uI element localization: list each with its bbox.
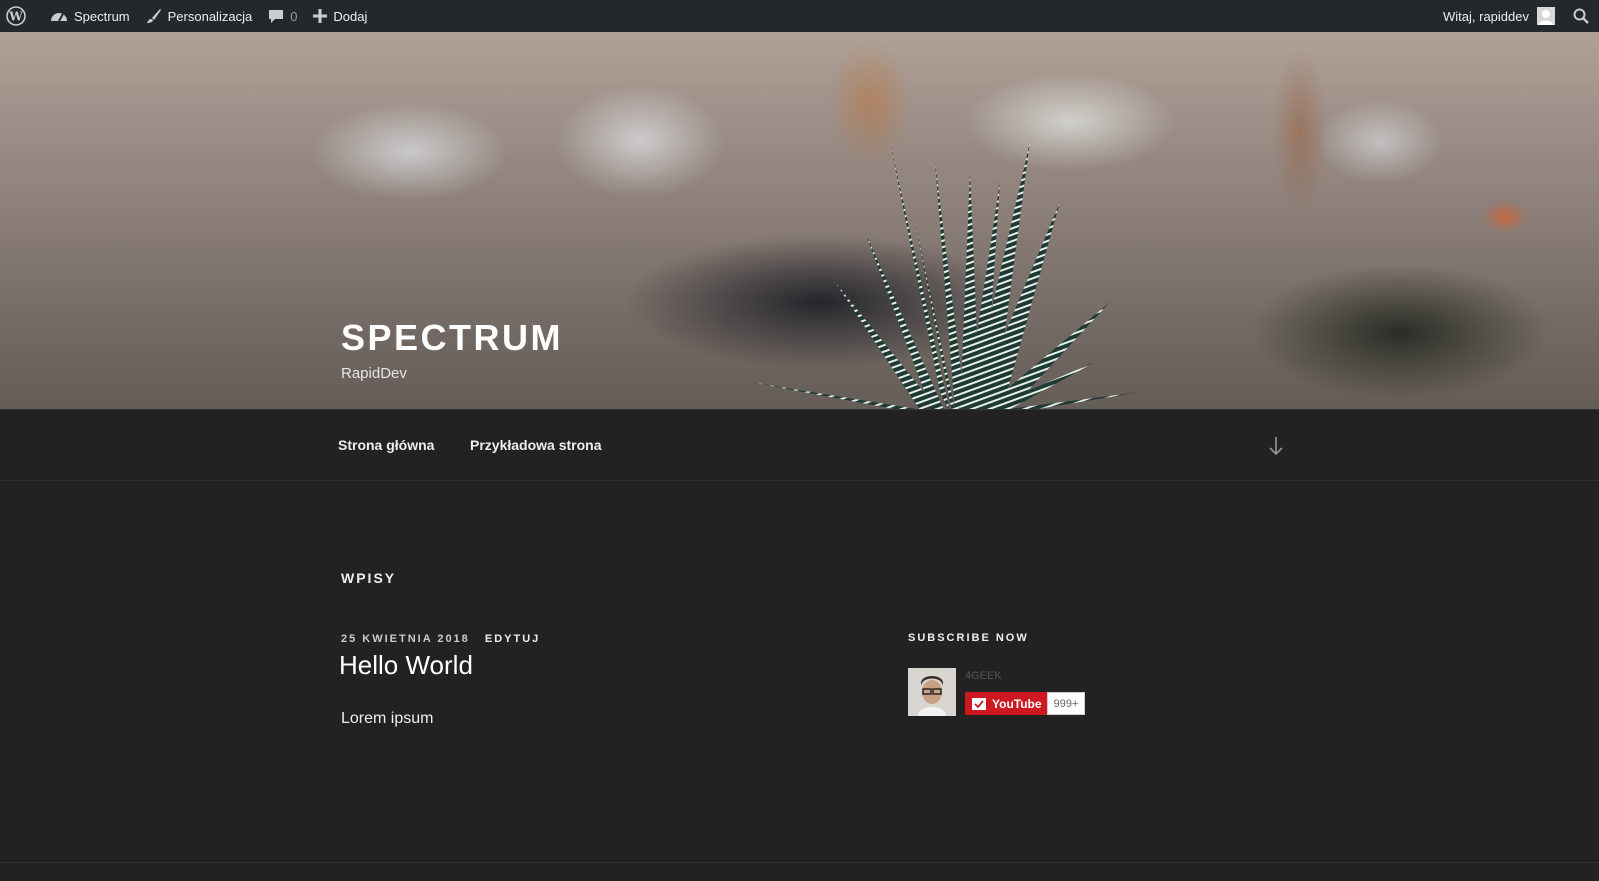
main-navigation: Strona główna Przykładowa strona xyxy=(0,409,1599,481)
brush-icon xyxy=(146,8,162,24)
footer-divider xyxy=(0,862,1599,863)
customize-label: Personalizacja xyxy=(167,8,253,24)
greeting-label: Witaj, rapiddev xyxy=(1443,8,1529,24)
plant-image xyxy=(750,142,1140,409)
comments-link[interactable]: 0 xyxy=(260,0,305,32)
youtube-button-label: YouTube xyxy=(992,696,1042,711)
post-meta: 25 KWIETNIA 2018 EDYTUJ xyxy=(341,633,540,645)
nav-item-home[interactable]: Strona główna xyxy=(338,437,434,453)
site-header: SPECTRUM RapidDev xyxy=(0,32,1599,409)
site-title[interactable]: SPECTRUM xyxy=(341,317,563,359)
customize-link[interactable]: Personalizacja xyxy=(138,0,261,32)
post-title[interactable]: Hello World xyxy=(339,650,473,681)
youtube-subscribe-button[interactable]: YouTube xyxy=(965,692,1047,715)
admin-bar: W Spectrum Personalizacja 0 Dodaj Witaj,… xyxy=(0,0,1599,32)
channel-name[interactable]: 4GEEK xyxy=(965,670,1002,682)
site-description: RapidDev xyxy=(341,365,407,382)
admin-search-button[interactable] xyxy=(1563,0,1599,32)
site-name-link[interactable]: Spectrum xyxy=(42,0,138,32)
wordpress-icon: W xyxy=(6,6,26,26)
post-excerpt: Lorem ipsum xyxy=(341,710,434,727)
user-avatar xyxy=(1537,7,1555,25)
my-account-link[interactable]: Witaj, rapiddev xyxy=(1435,0,1563,32)
channel-avatar[interactable] xyxy=(908,668,956,716)
new-content-link[interactable]: Dodaj xyxy=(305,0,375,32)
subscriber-count: 999+ xyxy=(1047,692,1085,715)
search-icon xyxy=(1573,8,1589,24)
wordpress-menu[interactable]: W xyxy=(0,0,42,32)
check-icon xyxy=(972,697,986,710)
site-name-label: Spectrum xyxy=(74,8,130,24)
post-date[interactable]: 25 KWIETNIA 2018 xyxy=(341,633,470,645)
svg-text:W: W xyxy=(8,10,23,24)
plus-icon xyxy=(313,9,328,23)
new-content-label: Dodaj xyxy=(333,8,368,24)
comments-count: 0 xyxy=(290,8,298,24)
scroll-down-arrow-icon[interactable] xyxy=(1268,435,1284,457)
nav-item-sample-page[interactable]: Przykładowa strona xyxy=(470,437,602,453)
edit-post-link[interactable]: EDYTUJ xyxy=(485,633,540,645)
page-title: WPISY xyxy=(341,570,397,586)
widget-title: SUBSCRIBE NOW xyxy=(908,632,1029,644)
comment-icon xyxy=(268,8,284,24)
dashboard-icon xyxy=(50,8,68,24)
